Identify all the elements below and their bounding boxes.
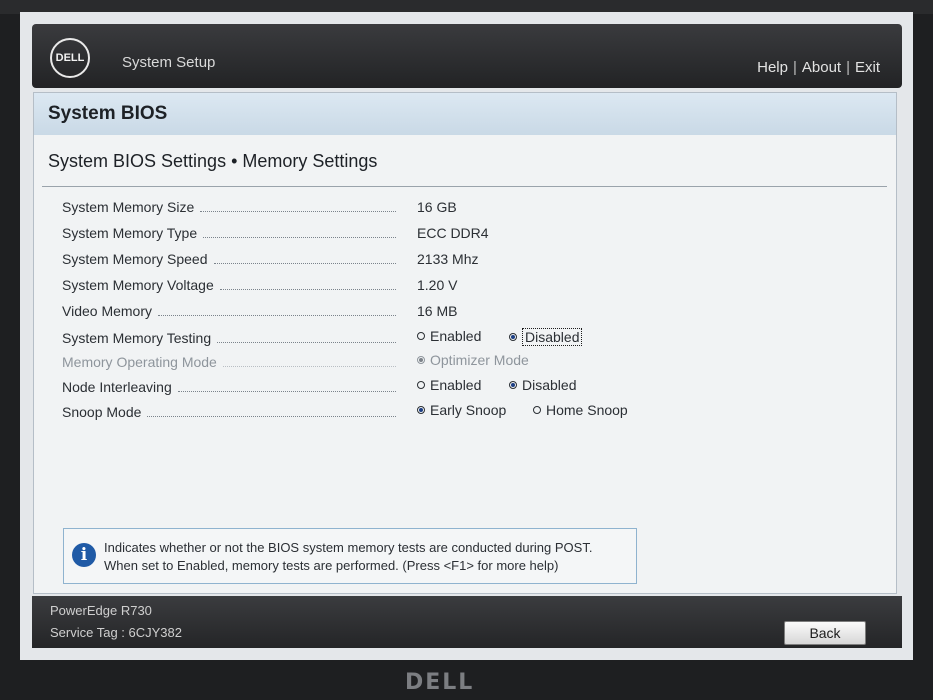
radio-selected-icon — [417, 406, 425, 414]
service-tag: Service Tag : 6CJY382 — [50, 625, 182, 640]
settings-panel: System BIOS System BIOS Settings • Memor… — [33, 92, 897, 594]
footer-bar: PowerEdge R730 Service Tag : 6CJY382 Bac… — [32, 596, 902, 648]
divider — [42, 186, 887, 187]
setting-row-node-interleaving: Node Interleaving Enabled Disabled — [34, 376, 896, 398]
link-separator: | — [792, 59, 797, 76]
help-box: i Indicates whether or not the BIOS syst… — [63, 528, 637, 584]
setting-label: System Memory Testing — [62, 327, 400, 349]
page-title: System BIOS — [48, 103, 168, 124]
link-separator: | — [846, 59, 850, 76]
panel-title-bar: System BIOS — [34, 93, 896, 135]
setting-value: 2133 Mhz — [417, 251, 479, 267]
radio-selected-icon — [417, 356, 425, 364]
setting-row-memory-testing: System Memory Testing Enabled Disabled — [34, 327, 896, 349]
radio-optimizer-mode: Optimizer Mode — [417, 352, 529, 368]
setting-value: 16 GB — [417, 199, 457, 215]
radio-home-snoop[interactable]: Home Snoop — [533, 402, 628, 418]
setting-row-memory-speed: System Memory Speed 2133 Mhz — [34, 248, 896, 270]
help-text: Indicates whether or not the BIOS system… — [104, 540, 593, 573]
setting-row-memory-size: System Memory Size 16 GB — [34, 196, 896, 218]
setting-label: Snoop Mode — [62, 401, 400, 423]
setting-label: Video Memory — [62, 300, 400, 322]
radio-node-interleaving-enabled[interactable]: Enabled — [417, 377, 481, 393]
setting-label: Memory Operating Mode — [62, 351, 400, 373]
setting-label: System Memory Speed — [62, 248, 400, 270]
setting-row-video-memory: Video Memory 16 MB — [34, 300, 896, 322]
info-icon: i — [72, 543, 96, 567]
exit-link[interactable]: Exit — [855, 59, 880, 76]
top-links: Help | About | Exit — [757, 59, 880, 76]
setting-label: System Memory Size — [62, 196, 400, 218]
setting-label: System Memory Voltage — [62, 274, 400, 296]
radio-icon — [417, 332, 425, 340]
radio-selected-icon — [509, 333, 517, 341]
setting-row-memory-voltage: System Memory Voltage 1.20 V — [34, 274, 896, 296]
about-link[interactable]: About — [802, 59, 841, 76]
radio-memory-testing-disabled[interactable]: Disabled — [509, 328, 583, 346]
back-button[interactable]: Back — [784, 621, 866, 645]
setting-row-operating-mode: Memory Operating Mode Optimizer Mode — [34, 351, 896, 373]
radio-memory-testing-enabled[interactable]: Enabled — [417, 328, 481, 344]
setting-row-memory-type: System Memory Type ECC DDR4 — [34, 222, 896, 244]
radio-selected-icon — [509, 381, 517, 389]
help-link[interactable]: Help — [757, 59, 788, 76]
setting-row-snoop-mode: Snoop Mode Early Snoop Home Snoop — [34, 401, 896, 423]
breadcrumb: System BIOS Settings • Memory Settings — [48, 151, 378, 171]
bios-screen: DELL System Setup Help | About | Exit System… — [20, 12, 913, 660]
app-title: System Setup — [122, 54, 216, 71]
radio-icon — [533, 406, 541, 414]
setting-value: 16 MB — [417, 303, 458, 319]
header-bar: DELL System Setup Help | About | Exit — [32, 24, 902, 88]
monitor-brand-logo: DELL — [405, 670, 475, 695]
system-model: PowerEdge R730 — [50, 603, 152, 618]
dell-logo: DELL — [50, 38, 90, 78]
setting-label: System Memory Type — [62, 222, 400, 244]
radio-node-interleaving-disabled[interactable]: Disabled — [509, 377, 576, 393]
radio-early-snoop[interactable]: Early Snoop — [417, 402, 506, 418]
setting-value: 1.20 V — [417, 277, 458, 293]
radio-icon — [417, 381, 425, 389]
setting-value: ECC DDR4 — [417, 225, 489, 241]
setting-label: Node Interleaving — [62, 376, 400, 398]
